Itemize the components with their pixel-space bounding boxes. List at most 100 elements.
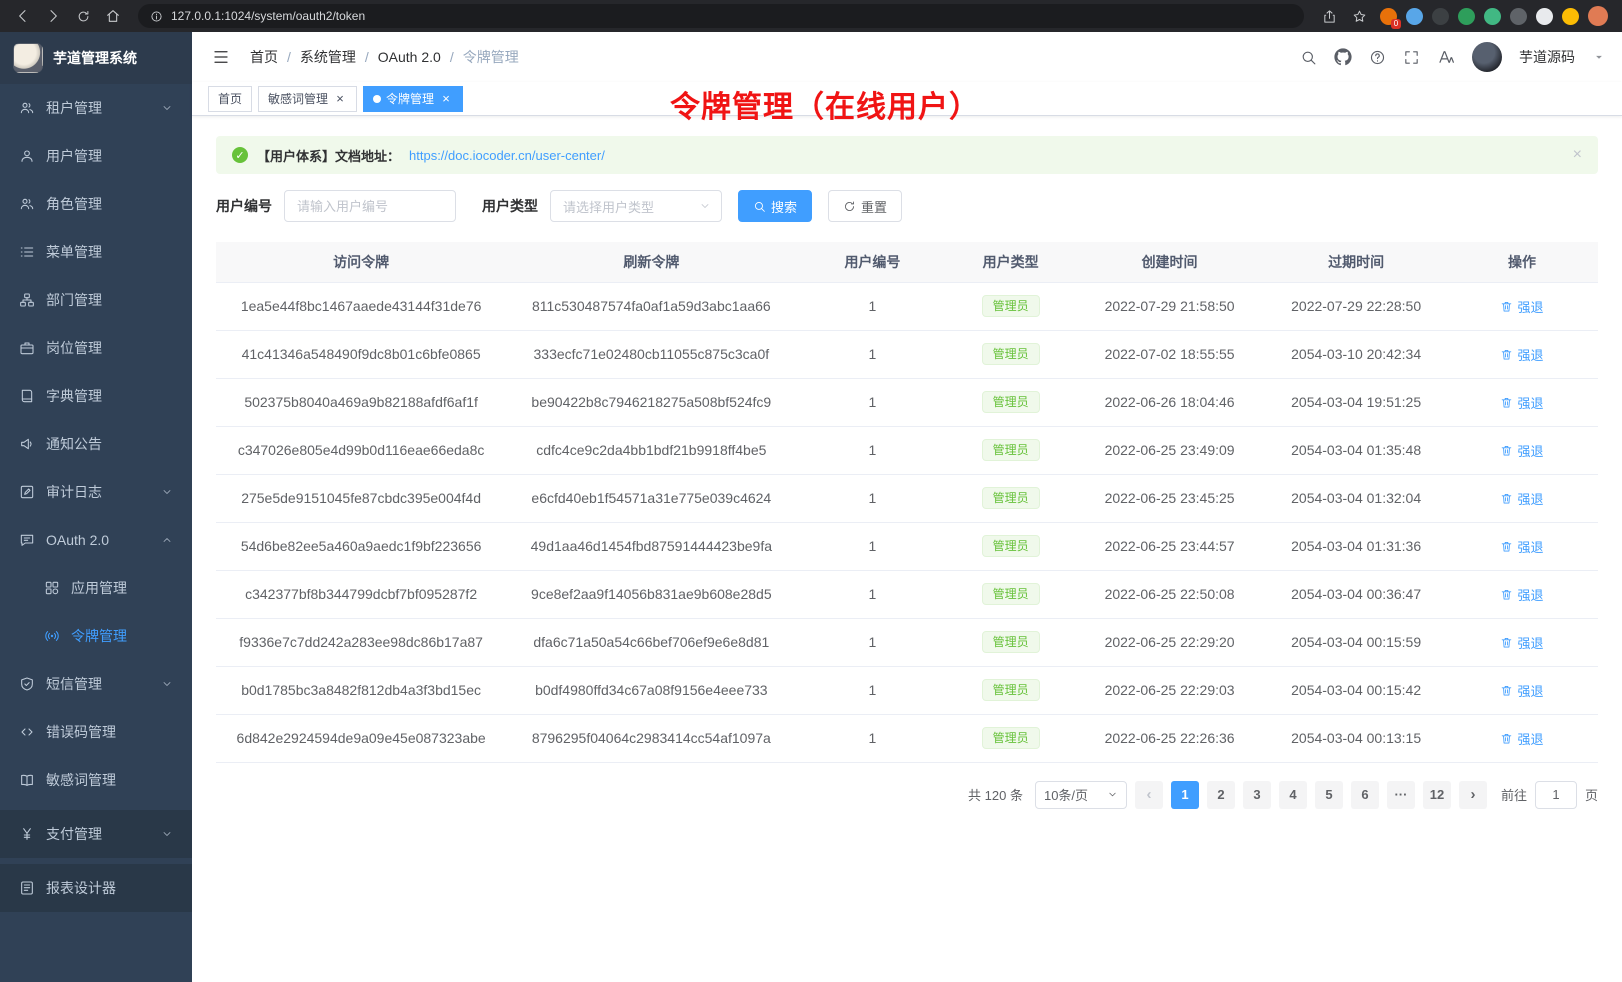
github-icon[interactable]: [1334, 48, 1352, 66]
force-logout-button[interactable]: 强退: [1500, 297, 1543, 316]
alert-close-icon[interactable]: ×: [1573, 146, 1582, 164]
more-pages-button[interactable]: ···: [1387, 781, 1415, 809]
user-type-badge: 管理员: [982, 487, 1040, 509]
page-button[interactable]: 6: [1351, 781, 1379, 809]
breadcrumb-separator: /: [287, 49, 291, 65]
trash-icon: [1500, 300, 1513, 313]
user-avatar[interactable]: [1472, 42, 1502, 72]
chevron-down-icon[interactable]: [1592, 50, 1606, 64]
user-type-badge: 管理员: [982, 391, 1040, 413]
sidebar-item[interactable]: 字典管理: [0, 372, 192, 420]
user-type-select[interactable]: 请选择用户类型: [550, 190, 722, 222]
extension-grid[interactable]: 0: [1380, 8, 1397, 25]
bookmark-star-icon[interactable]: [1346, 3, 1372, 29]
table-column-header: 刷新令牌: [506, 242, 796, 282]
username-text[interactable]: 芋道源码: [1519, 47, 1575, 67]
app-logo[interactable]: 芋道管理系统: [0, 32, 192, 84]
extension-dark[interactable]: [1510, 8, 1527, 25]
extension-blue[interactable]: [1406, 8, 1423, 25]
force-logout-button[interactable]: 强退: [1500, 681, 1543, 700]
sidebar-item[interactable]: 短信管理: [0, 660, 192, 708]
tag-close-icon[interactable]: ×: [439, 92, 453, 106]
search-submit-button[interactable]: 搜索: [738, 190, 812, 222]
extension-vue-devtools[interactable]: [1484, 8, 1501, 25]
sidebar: 芋道管理系统 租户管理用户管理角色管理菜单管理部门管理岗位管理字典管理通知公告审…: [0, 32, 192, 982]
sidebar-item[interactable]: 菜单管理: [0, 228, 192, 276]
sidebar-item[interactable]: OAuth 2.0: [0, 516, 192, 564]
refresh-token-cell: cdfc4ce9c2da4bb1bdf21b9918ff4be5: [506, 426, 796, 474]
force-logout-button[interactable]: 强退: [1500, 537, 1543, 556]
force-logout-button[interactable]: 强退: [1500, 729, 1543, 748]
page-button[interactable]: 12: [1423, 781, 1451, 809]
browser-home-button[interactable]: [100, 3, 126, 29]
app-title: 芋道管理系统: [53, 48, 137, 68]
sidebar-item[interactable]: 通知公告: [0, 420, 192, 468]
browser-forward-button[interactable]: [40, 3, 66, 29]
force-logout-button[interactable]: 强退: [1500, 393, 1543, 412]
view-tag[interactable]: 敏感词管理×: [258, 86, 357, 112]
sidebar-toggle-button[interactable]: [208, 44, 234, 70]
force-logout-button[interactable]: 强退: [1500, 633, 1543, 652]
font-size-icon[interactable]: [1437, 48, 1455, 66]
caret-icon: [1592, 50, 1606, 64]
force-logout-button[interactable]: 强退: [1500, 441, 1543, 460]
table-row: b0d1785bc3a8482f812db4a3f3bd15ec b0df498…: [216, 666, 1598, 714]
page-button[interactable]: 1: [1171, 781, 1199, 809]
extension-smiley[interactable]: [1562, 8, 1579, 25]
next-page-button[interactable]: ›: [1459, 781, 1487, 809]
extension-split-square[interactable]: [1536, 8, 1553, 25]
breadcrumb-item[interactable]: 首页: [250, 47, 278, 67]
view-tag[interactable]: 令牌管理×: [363, 86, 463, 112]
sidebar-item[interactable]: 敏感词管理: [0, 756, 192, 804]
prev-page-button[interactable]: ‹: [1135, 781, 1163, 809]
fullscreen-icon[interactable]: [1403, 49, 1420, 66]
sidebar-item[interactable]: 角色管理: [0, 180, 192, 228]
browser-reload-button[interactable]: [70, 3, 96, 29]
page-size-select[interactable]: 10条/页: [1035, 781, 1127, 809]
page-button[interactable]: 2: [1207, 781, 1235, 809]
refresh-token-cell: 333ecfc71e02480cb11055c875c3ca0f: [506, 330, 796, 378]
force-logout-button[interactable]: 强退: [1500, 489, 1543, 508]
search-button[interactable]: [1300, 49, 1317, 66]
extension-green-sphere[interactable]: [1458, 8, 1475, 25]
browser-profile-avatar[interactable]: [1588, 6, 1608, 26]
created-time-cell: 2022-06-25 22:26:36: [1073, 714, 1266, 762]
browser-back-button[interactable]: [10, 3, 36, 29]
sidebar-item[interactable]: 错误码管理: [0, 708, 192, 756]
sidebar-item[interactable]: 用户管理: [0, 132, 192, 180]
url-bar[interactable]: 127.0.0.1:1024/system/oauth2/token: [138, 4, 1304, 28]
action-cell: 强退: [1446, 618, 1598, 666]
sidebar-item[interactable]: 支付管理: [0, 810, 192, 858]
force-logout-button[interactable]: 强退: [1500, 585, 1543, 604]
help-icon[interactable]: [1369, 49, 1386, 66]
extension-dark-sphere[interactable]: [1432, 8, 1449, 25]
reset-button[interactable]: 重置: [828, 190, 902, 222]
sidebar-item[interactable]: 报表设计器: [0, 864, 192, 912]
sidebar-item[interactable]: 租户管理: [0, 84, 192, 132]
sidebar-item[interactable]: 令牌管理: [0, 612, 192, 660]
fold-icon: [212, 48, 230, 66]
home-icon: [105, 8, 121, 24]
sidebar-item[interactable]: 应用管理: [0, 564, 192, 612]
sidebar-item-label: 审计日志: [46, 482, 150, 502]
goto-label: 前往: [1501, 785, 1527, 804]
view-tag[interactable]: 首页: [208, 86, 252, 112]
sidebar-item[interactable]: 审计日志: [0, 468, 192, 516]
expire-time-cell: 2054-03-04 01:32:04: [1266, 474, 1446, 522]
page-button[interactable]: 3: [1243, 781, 1271, 809]
refresh-token-cell: 811c530487574fa0af1a59d3abc1aa66: [506, 282, 796, 330]
user-no-input[interactable]: [284, 190, 456, 222]
refresh-token-cell: 9ce8ef2aa9f14056b831ae9b608e28d5: [506, 570, 796, 618]
force-logout-button[interactable]: 强退: [1500, 345, 1543, 364]
tag-close-icon[interactable]: ×: [333, 92, 347, 106]
page-button[interactable]: 4: [1279, 781, 1307, 809]
breadcrumb-item[interactable]: 系统管理: [300, 47, 356, 67]
page-button[interactable]: 5: [1315, 781, 1343, 809]
sidebar-item[interactable]: 岗位管理: [0, 324, 192, 372]
goto-page-input[interactable]: [1535, 781, 1577, 809]
share-icon[interactable]: [1316, 3, 1342, 29]
breadcrumb-item[interactable]: OAuth 2.0: [378, 49, 441, 65]
sidebar-item[interactable]: 部门管理: [0, 276, 192, 324]
sidebar-item-label: 菜单管理: [46, 242, 173, 262]
alert-doc-link[interactable]: https://doc.iocoder.cn/user-center/: [409, 148, 605, 163]
